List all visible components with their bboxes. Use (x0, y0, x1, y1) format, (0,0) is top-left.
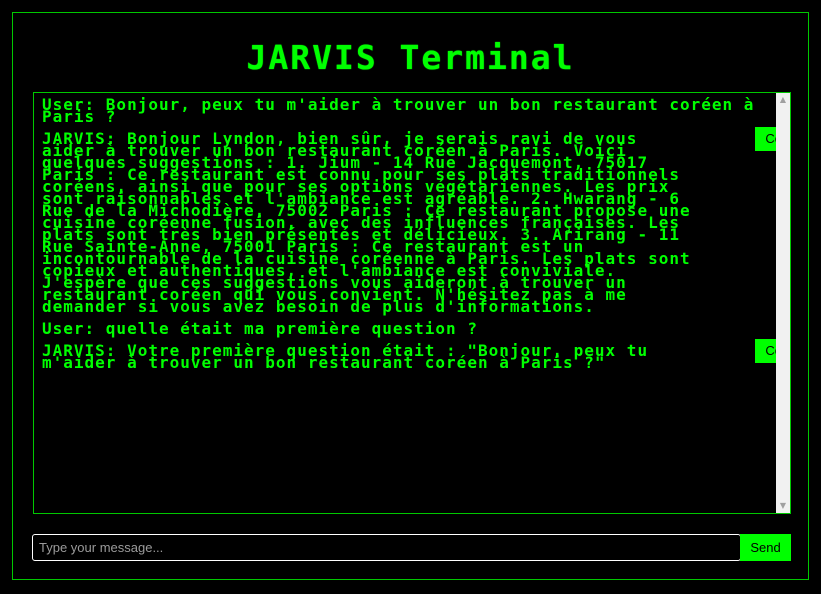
scroll-up-icon[interactable]: ▲ (776, 93, 790, 107)
bot-message-text: JARVIS: Votre première question était : … (42, 341, 649, 372)
scroll-down-icon[interactable]: ▼ (776, 499, 790, 513)
send-button[interactable]: Send (740, 534, 791, 561)
scrollbar[interactable]: ▲ ▼ (776, 93, 790, 513)
user-message: User: Bonjour, peux tu m'aider à trouver… (42, 95, 755, 126)
page-title: JARVIS Terminal (246, 38, 575, 77)
bot-message-text: JARVIS: Bonjour Lyndon, bien sûr, je ser… (42, 129, 691, 316)
bot-message: JARVIS: Votre première question était : … (42, 339, 790, 371)
bot-message: JARVIS: Bonjour Lyndon, bien sûr, je ser… (42, 127, 790, 315)
message-input[interactable] (32, 534, 741, 561)
user-message: User: quelle était ma première question … (42, 319, 478, 338)
chat-log[interactable]: User: Bonjour, peux tu m'aider à trouver… (33, 92, 791, 514)
message-list: User: Bonjour, peux tu m'aider à trouver… (42, 95, 790, 379)
